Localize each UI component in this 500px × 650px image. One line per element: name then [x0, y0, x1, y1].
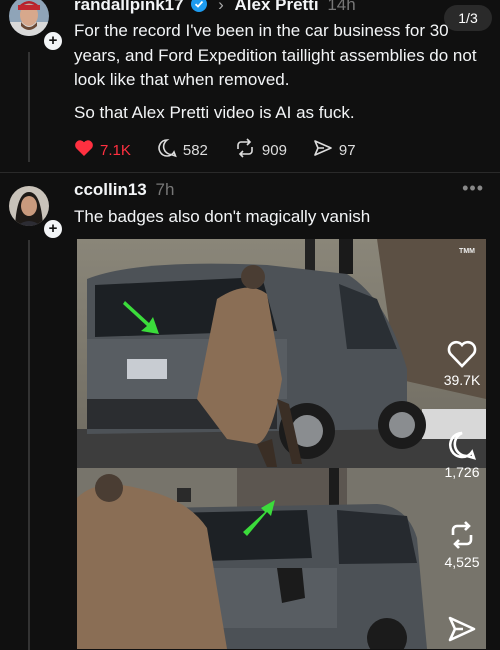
like-count: 7.1K — [100, 141, 131, 159]
username[interactable]: ccollin13 — [74, 180, 147, 199]
share-count: 97 — [338, 141, 356, 159]
image-counter: 1/3 — [444, 5, 492, 31]
comment-outline-icon — [432, 430, 492, 460]
post-time: 7h — [155, 180, 175, 199]
repost-count: 909 — [261, 141, 287, 159]
thread-line — [28, 52, 30, 162]
post-text: The badges also don't magically vanish — [74, 207, 371, 226]
overlay-repost-count: 4,525 — [444, 554, 480, 570]
send-icon — [313, 138, 339, 162]
reply-button[interactable]: 582 — [157, 138, 208, 162]
follow-plus-icon[interactable]: + — [42, 30, 64, 52]
video-frame-2[interactable] — [77, 468, 486, 649]
repost-button[interactable]: 909 — [234, 138, 287, 162]
divider — [0, 172, 500, 173]
post-randallpink17: + randallpink17 › Alex Pretti 14h For th… — [0, 0, 500, 170]
heart-filled-icon — [74, 139, 100, 161]
repost-outline-icon — [432, 520, 492, 550]
comment-icon — [157, 138, 183, 162]
overlay-repost-stat[interactable]: 4,525 — [432, 520, 492, 570]
video-frame-1[interactable]: TMM — [77, 239, 486, 468]
overlay-like-count: 39.7K — [443, 372, 481, 388]
post-time: 14h — [327, 0, 356, 14]
post-header: randallpink17 › Alex Pretti 14h — [74, 0, 356, 17]
post-text-2: So that Alex Pretti video is AI as fuck. — [74, 103, 355, 122]
avatar[interactable] — [9, 0, 49, 36]
like-button[interactable]: 7.1K — [74, 139, 131, 161]
reply-chevron-icon: › — [218, 0, 224, 14]
action-bar: 7.1K 582 909 97 — [74, 138, 382, 162]
send-outline-icon — [432, 614, 492, 644]
avatar[interactable] — [9, 186, 49, 226]
overlay-like-stat[interactable]: 39.7K — [432, 340, 492, 388]
more-options-icon[interactable]: ••• — [462, 178, 484, 199]
thread-line — [28, 240, 30, 650]
watermark: TMM — [459, 248, 475, 255]
verified-badge-icon — [191, 0, 208, 17]
overlay-comment-count: 1,726 — [444, 464, 480, 480]
reply-count: 582 — [182, 141, 208, 159]
repost-icon — [234, 138, 262, 162]
share-button[interactable]: 97 — [313, 138, 356, 162]
reply-target[interactable]: Alex Pretti — [234, 0, 318, 14]
heart-outline-icon — [432, 340, 492, 368]
post-text-1: For the record I've been in the car busi… — [74, 21, 477, 89]
follow-plus-icon[interactable]: + — [42, 218, 64, 240]
overlay-share-stat[interactable] — [432, 614, 492, 648]
overlay-comment-stat[interactable]: 1,726 — [432, 430, 492, 480]
username[interactable]: randallpink17 — [74, 0, 184, 14]
post-header: ccollin13 7h — [74, 180, 174, 200]
